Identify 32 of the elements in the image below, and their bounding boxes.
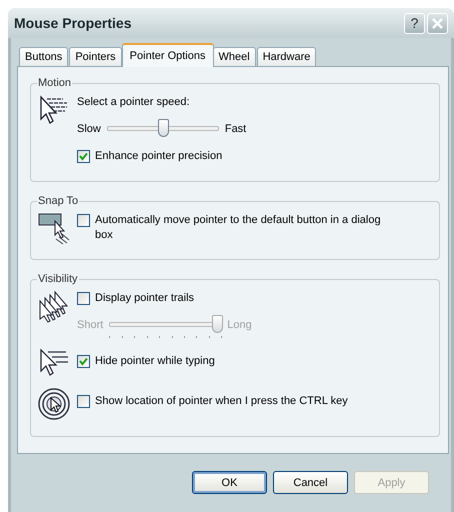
checkbox-label[interactable]: Display pointer trails (95, 291, 194, 306)
checkbox[interactable] (77, 355, 90, 368)
window-title: Mouse Properties (14, 15, 132, 31)
checkbox[interactable] (77, 395, 90, 408)
checkbox-label[interactable]: Enhance pointer precision (95, 149, 222, 164)
slider-thumb[interactable] (158, 119, 169, 137)
tab[interactable]: Wheel (212, 47, 256, 66)
checkbox[interactable] (77, 214, 90, 227)
checkbox[interactable] (77, 150, 90, 163)
checkbox[interactable] (77, 292, 90, 305)
section-label: Select a pointer speed: (77, 95, 191, 108)
checkbox-label[interactable]: Hide pointer while typing (95, 354, 215, 369)
slider-max-label: Long (227, 319, 252, 331)
pointer-trails-icon (37, 289, 71, 323)
tab[interactable]: Hardware (256, 47, 316, 66)
tab[interactable]: Pointer Options (122, 43, 214, 67)
help-button[interactable]: ? (404, 12, 425, 34)
dialog-button[interactable]: Cancel (273, 471, 348, 494)
pointer-location-icon (37, 387, 71, 421)
group-title: Snap To (37, 195, 80, 207)
slider-min-label: Slow (77, 123, 101, 135)
slider-max-label: Fast (224, 123, 246, 135)
group-title: Motion (37, 77, 72, 89)
tab[interactable]: Pointers (69, 47, 122, 66)
snap-to-button-icon (37, 211, 71, 245)
tab[interactable]: Buttons (19, 47, 68, 66)
close-icon (431, 16, 444, 30)
dialog-button[interactable]: OK (192, 471, 267, 494)
checkbox-label[interactable]: Show location of pointer when I press the CTRL key (95, 394, 348, 409)
slider-min-label: Short (77, 319, 104, 331)
group-title: Visibility (37, 273, 79, 285)
checkbox-label[interactable]: Automatically move pointer to the default button in a dialog box (95, 213, 395, 243)
